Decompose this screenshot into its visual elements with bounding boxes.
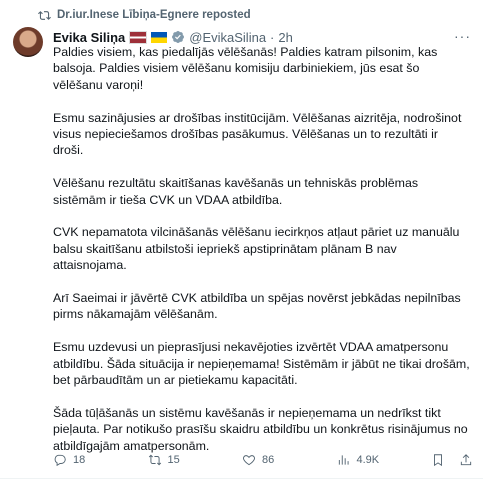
- repost-count: 15: [167, 454, 180, 466]
- tweet-paragraph: Esmu uzdevusi un pieprasījusi nekavējoti…: [53, 340, 470, 388]
- share-icon: [460, 454, 472, 466]
- repost-icon: [148, 454, 161, 466]
- ukraine-flag-icon: [151, 31, 168, 43]
- latvia-flag-icon: [129, 30, 148, 44]
- repost-context[interactable]: Dr.iur.Inese Lībiņa-Egnere reposted: [38, 7, 251, 23]
- bookmark-button[interactable]: [431, 453, 445, 467]
- reply-icon: [54, 454, 66, 467]
- tweet-text: Paldies visiem, kas piedalījās vēlēšanās…: [53, 44, 471, 470]
- reply-button[interactable]: 18: [53, 453, 148, 467]
- action-bar: 18 15 86 4.9K: [53, 451, 473, 469]
- verified-badge-icon[interactable]: [171, 30, 185, 44]
- tweet-paragraph: Paldies visiem, kas piedalījās vēlēšanās…: [53, 45, 438, 92]
- action-icons: [431, 453, 473, 467]
- tweet-paragraph: CVK nepamatota vilcināšanās vēlēšanu iec…: [53, 225, 460, 273]
- repost-button[interactable]: 15: [148, 453, 243, 467]
- tweet-paragraph: Arī Saeimai ir jāvērtē CVK atbildība un …: [53, 291, 461, 322]
- like-count: 86: [262, 454, 275, 466]
- separator-dot: ·: [270, 29, 275, 45]
- repost-label: Dr.iur.Inese Lībiņa-Egnere reposted: [57, 9, 251, 21]
- author-name[interactable]: Evika Siliņa: [53, 30, 125, 45]
- views-button[interactable]: 4.9K: [337, 453, 432, 467]
- tweet-paragraph: Šāda tūļāšanās un sistēmu kavēšanās ir n…: [53, 405, 468, 453]
- heart-icon: [243, 455, 255, 466]
- tweet-paragraph: Esmu sazinājusies ar drošības institūcij…: [53, 110, 462, 158]
- reply-count: 18: [73, 454, 86, 466]
- repost-icon: [38, 10, 51, 20]
- share-button[interactable]: [459, 453, 473, 467]
- views-count: 4.9K: [356, 454, 380, 466]
- timestamp[interactable]: 2h: [278, 30, 292, 45]
- tweet[interactable]: Dr.iur.Inese Lībiņa-Egnere reposted Evik…: [0, 0, 483, 479]
- avatar[interactable]: [13, 27, 43, 57]
- like-button[interactable]: 86: [242, 453, 337, 467]
- tweet-paragraph: Vēlēšanu rezultātu skaitīšanas kavēšanās…: [53, 176, 419, 207]
- bookmark-icon: [434, 454, 442, 467]
- views-icon: [338, 455, 349, 465]
- author-handle[interactable]: @EvikaSilina: [189, 30, 266, 45]
- more-icon[interactable]: ···: [454, 28, 471, 44]
